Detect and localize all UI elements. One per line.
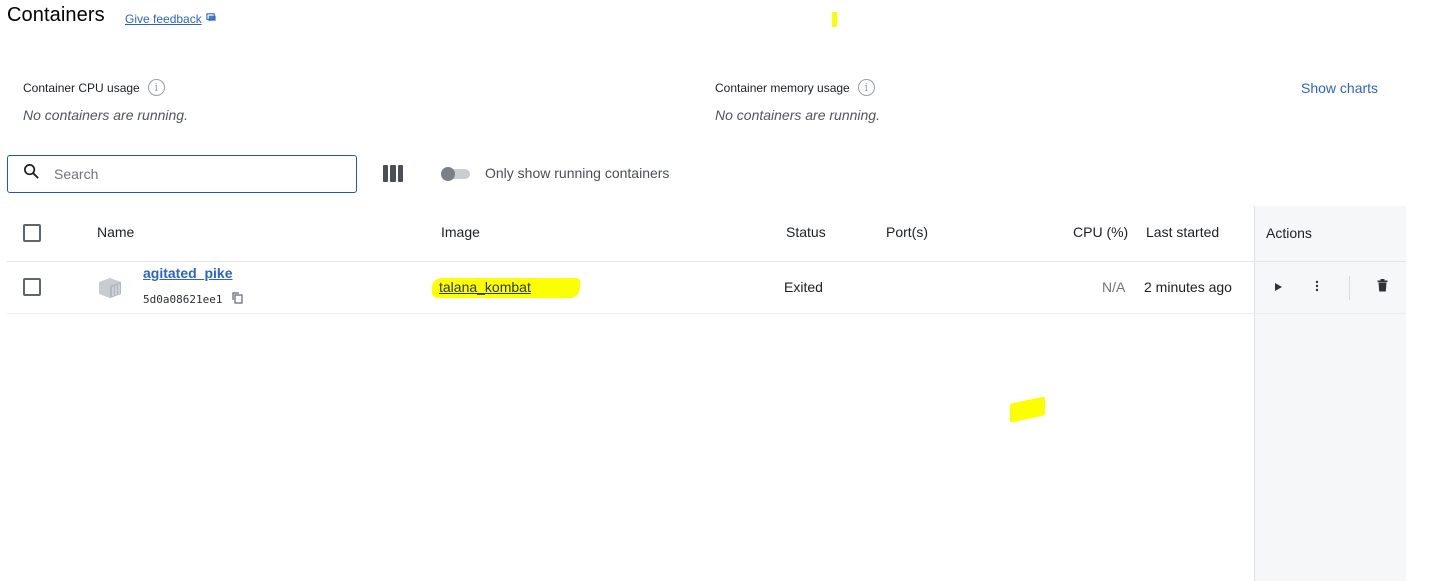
columns-icon[interactable] [383, 165, 403, 182]
trash-icon [1377, 279, 1388, 297]
container-id: 5d0a08621ee1 [143, 293, 223, 306]
containers-table: Name Image Status Port(s) CPU (%) Last s… [7, 206, 1406, 581]
search-box[interactable] [7, 155, 357, 193]
search-input[interactable] [54, 166, 334, 182]
table-row[interactable]: agitated_pike 5d0a08621ee1 talana_kombat… [7, 262, 1406, 314]
cpu-usage-label: Container CPU usage [23, 80, 140, 95]
container-id-row: 5d0a08621ee1 [143, 290, 243, 307]
cpu-text: N/A [1102, 279, 1126, 295]
actions-divider [1349, 276, 1350, 300]
play-icon [1273, 279, 1283, 297]
info-icon[interactable]: i [857, 79, 875, 96]
column-header-cpu[interactable]: CPU (%) [1073, 224, 1128, 240]
status-text: Exited [784, 279, 823, 295]
cpu-usage-empty-text: No containers are running. [23, 107, 188, 123]
row-checkbox[interactable] [23, 278, 41, 296]
column-header-status[interactable]: Status [786, 224, 826, 240]
give-feedback-label: Give feedback [125, 12, 202, 26]
delete-button[interactable] [1370, 276, 1394, 300]
give-feedback-link[interactable]: Give feedback [125, 12, 217, 26]
start-button[interactable] [1266, 276, 1290, 300]
highlight-mark-top [832, 12, 837, 27]
info-icon[interactable]: i [147, 79, 165, 96]
columns-icon-bar-2 [390, 165, 396, 182]
copy-icon[interactable] [232, 291, 243, 307]
feedback-icon [206, 12, 217, 26]
more-options-button[interactable] [1305, 276, 1329, 300]
column-header-image[interactable]: Image [441, 224, 480, 240]
search-icon [23, 163, 40, 185]
toggle-knob [441, 167, 455, 181]
last-started-text: 2 minutes ago [1144, 279, 1232, 295]
column-header-actions: Actions [1266, 225, 1312, 241]
more-vertical-icon [1315, 279, 1319, 297]
select-all-checkbox[interactable] [23, 224, 41, 242]
column-header-ports[interactable]: Port(s) [886, 224, 928, 240]
cpu-usage-label-row: Container CPU usage i [23, 79, 165, 96]
show-charts-button[interactable]: Show charts [1301, 80, 1378, 96]
columns-icon-bar-1 [383, 165, 389, 182]
column-header-last-started[interactable]: Last started [1146, 224, 1219, 240]
memory-usage-label: Container memory usage [715, 80, 850, 95]
container-name-link[interactable]: agitated_pike [143, 265, 232, 281]
memory-usage-empty-text: No containers are running. [715, 107, 880, 123]
columns-icon-bar-3 [397, 165, 403, 182]
container-icon [97, 276, 123, 305]
page-title: Containers [7, 4, 105, 26]
column-header-name[interactable]: Name [97, 224, 134, 240]
table-header: Name Image Status Port(s) CPU (%) Last s… [7, 206, 1406, 262]
only-running-label: Only show running containers [485, 165, 670, 181]
memory-usage-label-row: Container memory usage i [715, 79, 875, 96]
only-running-toggle[interactable] [441, 167, 471, 181]
image-link[interactable]: talana_kombat [439, 279, 1444, 295]
